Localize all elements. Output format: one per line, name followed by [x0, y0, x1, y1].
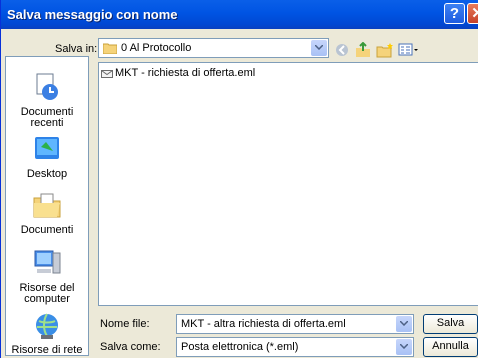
filename-input[interactable]: MKT - altra richiesta di offerta.eml — [176, 314, 414, 334]
desktop-icon — [35, 137, 59, 159]
title-bar[interactable]: Salva messaggio con nome ? ✕ — [1, 0, 478, 29]
save-in-value: 0 Al Protocollo — [121, 42, 192, 54]
place-my-computer[interactable]: Risorse del computer — [6, 247, 88, 305]
savetype-label: Salva come: — [100, 341, 161, 353]
eml-file-icon — [101, 70, 113, 78]
documents-folder-icon — [33, 193, 61, 218]
my-computer-icon — [34, 250, 61, 274]
network-icon — [36, 313, 58, 339]
recent-documents-icon — [36, 73, 58, 100]
view-menu-icon[interactable] — [398, 42, 420, 58]
dialog-title: Salva messaggio con nome — [7, 7, 178, 22]
close-icon: ✕ — [471, 5, 478, 22]
filename-value: MKT - altra richiesta di offerta.eml — [181, 318, 346, 330]
chevron-down-icon[interactable] — [311, 40, 327, 56]
cancel-button[interactable]: Annulla — [423, 337, 478, 357]
question-mark-icon: ? — [449, 5, 460, 22]
place-network[interactable]: Risorse di rete — [6, 311, 88, 356]
help-button[interactable]: ? — [444, 3, 465, 24]
place-recent-documents[interactable]: Documenti recenti — [6, 71, 88, 129]
save-in-label: Salva in: — [55, 43, 98, 55]
place-desktop[interactable]: Desktop — [6, 133, 88, 180]
savetype-value: Posta elettronica (*.eml) — [181, 341, 299, 353]
save-in-dropdown[interactable]: 0 Al Protocollo — [98, 38, 329, 58]
place-label: Risorse di rete — [11, 344, 83, 356]
save-button[interactable]: Salva — [423, 314, 478, 334]
chevron-down-icon[interactable] — [396, 339, 412, 355]
new-folder-icon[interactable] — [376, 42, 394, 58]
back-icon[interactable] — [334, 42, 350, 58]
close-button[interactable]: ✕ — [467, 3, 478, 24]
up-folder-icon[interactable] — [355, 42, 371, 58]
chevron-down-icon[interactable] — [396, 316, 412, 332]
file-list[interactable]: MKT - richiesta di offerta.eml — [98, 62, 478, 306]
places-bar: Documenti recenti Desktop Documenti Riso… — [5, 56, 89, 356]
place-label: Risorse del computer — [19, 282, 75, 305]
place-label: Desktop — [26, 168, 68, 180]
savetype-dropdown[interactable]: Posta elettronica (*.eml) — [176, 337, 414, 357]
save-dialog: Salva messaggio con nome ? ✕ Salva in: 0… — [0, 0, 478, 358]
file-name: MKT - richiesta di offerta.eml — [115, 67, 256, 79]
place-documents[interactable]: Documenti — [6, 189, 88, 236]
folder-icon — [103, 43, 117, 54]
place-label: Documenti — [20, 224, 74, 236]
filename-label: Nome file: — [100, 318, 150, 330]
place-label: Documenti recenti — [20, 106, 74, 129]
